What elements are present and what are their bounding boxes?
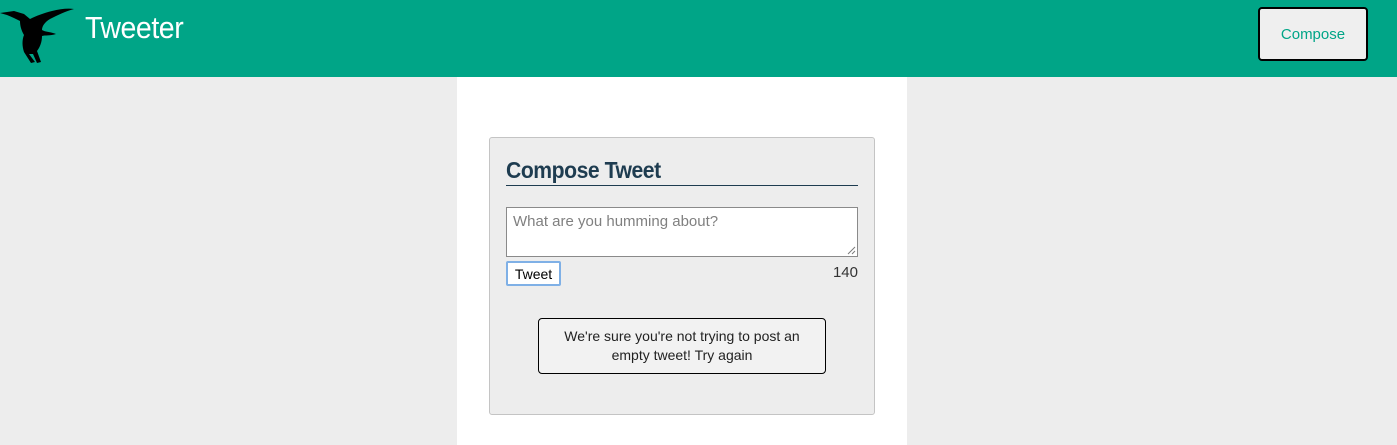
- resize-grip-icon[interactable]: [847, 246, 856, 255]
- char-counter: 140: [832, 264, 858, 281]
- tweet-submit-button[interactable]: Tweet: [506, 261, 561, 286]
- title-divider: [506, 185, 858, 186]
- error-message: We're sure you're not trying to post an …: [538, 318, 826, 374]
- hummingbird-logo-icon: [0, 8, 74, 63]
- tweet-textarea[interactable]: [506, 207, 858, 257]
- top-nav: Tweeter Compose: [0, 0, 1397, 77]
- brand-title: Tweeter: [85, 10, 184, 45]
- compose-button[interactable]: Compose: [1258, 7, 1368, 61]
- compose-tweet-title: Compose Tweet: [506, 157, 661, 183]
